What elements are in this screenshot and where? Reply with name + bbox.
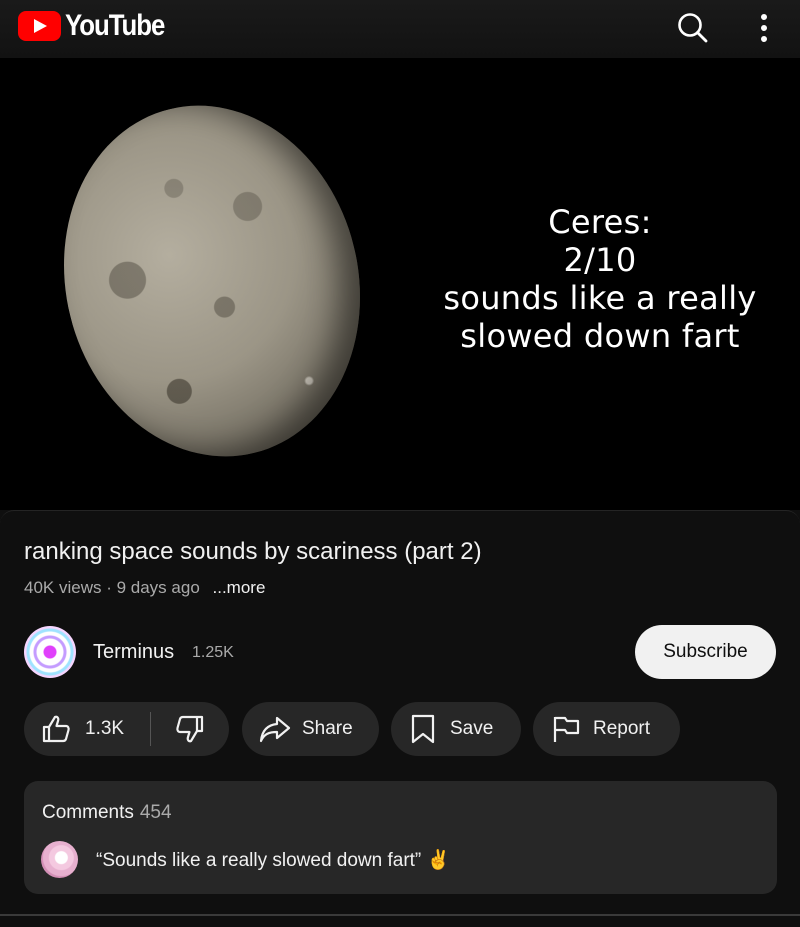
comments-count: 454 xyxy=(139,802,172,823)
report-button[interactable]: Report xyxy=(533,702,680,756)
caption-line: 2/10 xyxy=(563,241,637,279)
channel-avatar[interactable] xyxy=(24,626,76,678)
dislike-button[interactable] xyxy=(151,702,229,756)
like-button[interactable]: 1.3K xyxy=(24,702,150,756)
share-button[interactable]: Share xyxy=(242,702,379,756)
comments-heading: Comments 454 xyxy=(42,802,172,824)
channel-name[interactable]: Terminus xyxy=(93,641,174,664)
share-label: Share xyxy=(302,718,353,739)
top-comment-text: “Sounds like a really slowed down fart” … xyxy=(96,850,451,871)
video-info-panel: ranking space sounds by scariness (part … xyxy=(0,510,800,927)
save-label: Save xyxy=(450,718,494,739)
youtube-logo[interactable]: YouTube xyxy=(18,9,180,43)
comments-title: Comments xyxy=(42,802,134,823)
more-vert-icon[interactable] xyxy=(742,6,786,50)
ceres-dwarf-planet-image xyxy=(27,73,397,489)
upload-age: 9 days ago xyxy=(116,578,200,597)
subscribe-button[interactable]: Subscribe xyxy=(635,625,776,679)
commenter-avatar xyxy=(41,841,78,878)
save-button[interactable]: Save xyxy=(391,702,521,756)
meta-separator: · xyxy=(101,578,117,597)
video-caption: Ceres: 2/10 sounds like a really slowed … xyxy=(410,203,790,355)
like-dislike-segment: 1.3K xyxy=(24,702,229,756)
report-label: Report xyxy=(593,718,651,739)
search-icon[interactable] xyxy=(671,6,715,50)
view-count: 40K views xyxy=(24,578,102,597)
video-title[interactable]: ranking space sounds by scariness (part … xyxy=(24,538,482,566)
subscriber-count: 1.25K xyxy=(192,644,234,661)
top-app-bar: YouTube xyxy=(0,0,800,58)
share-icon xyxy=(259,716,291,743)
like-count: 1.3K xyxy=(85,718,125,739)
thumbs-up-icon xyxy=(42,715,70,743)
comments-teaser[interactable]: Comments 454 “Sounds like a really slowed… xyxy=(24,781,777,894)
logo-text: YouTube xyxy=(65,9,165,42)
video-metadata[interactable]: 40K views · 9 days ago ...more xyxy=(24,578,265,598)
caption-line: sounds like a really xyxy=(443,279,757,317)
caption-line: Ceres: xyxy=(548,203,652,241)
video-player[interactable]: Ceres: 2/10 sounds like a really slowed … xyxy=(0,58,800,510)
more-description-link[interactable]: ...more xyxy=(213,578,266,597)
bottom-divider xyxy=(0,914,800,916)
thumbs-down-icon xyxy=(176,715,204,743)
caption-line: slowed down fart xyxy=(460,317,740,355)
youtube-logo-icon xyxy=(18,11,61,41)
flag-icon xyxy=(553,716,580,742)
bookmark-icon xyxy=(411,714,435,744)
channel-row: Terminus 1.25K Subscribe xyxy=(24,625,776,680)
